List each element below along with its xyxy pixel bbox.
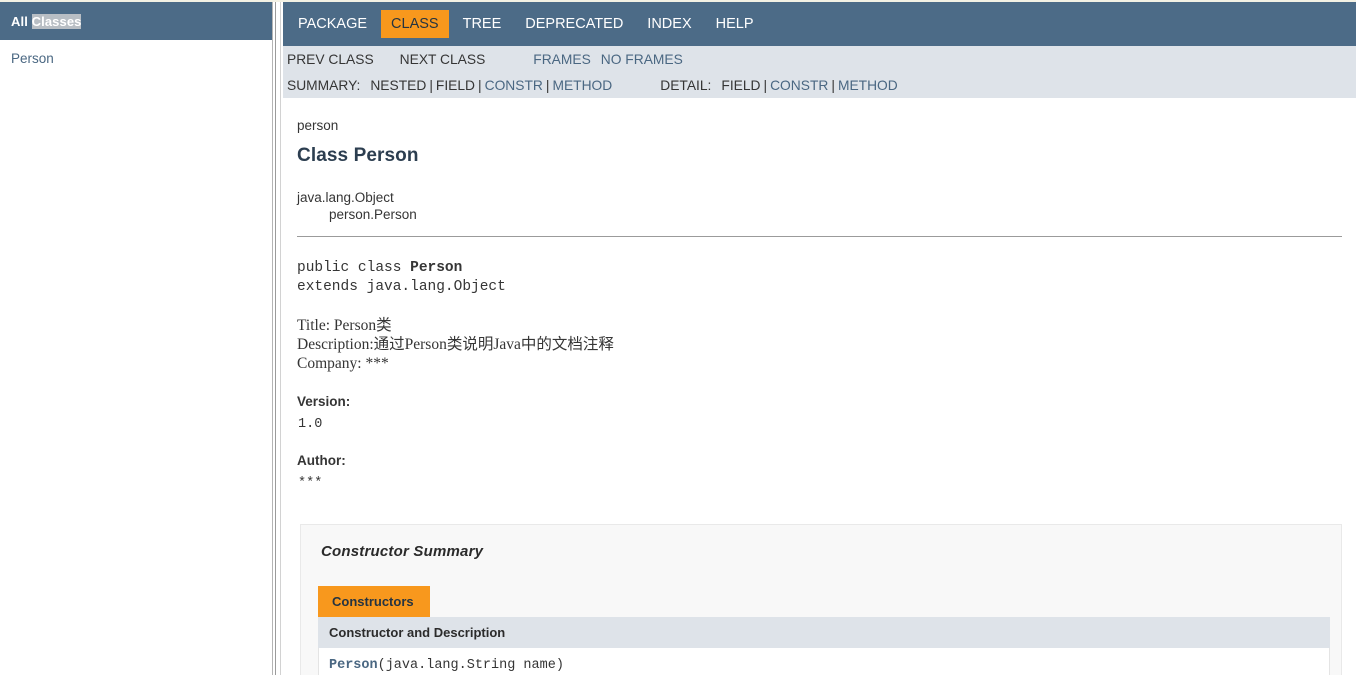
nav-tab-help[interactable]: HELP [706, 10, 764, 38]
class-content: person Class Person java.lang.Object per… [283, 98, 1356, 675]
version-label: Version: [297, 394, 1356, 409]
sub-navigation-bar: PREV CLASS NEXT CLASS FRAMES NO FRAMES S… [283, 46, 1356, 98]
constructor-tab-strip: Constructors [312, 586, 1330, 617]
declaration-line-2: extends java.lang.Object [297, 278, 1356, 297]
sub-nav-row-classes: PREV CLASS NEXT CLASS FRAMES NO FRAMES [283, 46, 1356, 72]
author-value: *** [297, 476, 1356, 491]
nav-tab-index[interactable]: INDEX [637, 10, 701, 38]
version-value: 1.0 [297, 417, 1356, 432]
constructor-signature: Person(java.lang.String name) [329, 656, 1329, 675]
package-label: person [297, 98, 1356, 133]
summary-field-link[interactable]: FIELD [436, 78, 475, 93]
divider-rule [297, 236, 1342, 237]
next-class-link[interactable]: NEXT CLASS [400, 52, 486, 67]
separator: | [761, 78, 771, 93]
frame-divider-line-1 [272, 2, 273, 675]
constructor-summary-heading: Constructor Summary [312, 537, 1330, 560]
frame-divider-line-3 [280, 2, 281, 675]
summary-constr-link[interactable]: CONSTR [485, 78, 543, 93]
class-list: Person [0, 40, 272, 69]
description-detail-line: Description:通过Person类说明Java中的文档注释 [297, 335, 1356, 354]
description-company-line: Company: *** [297, 354, 1356, 373]
table-row: Person(java.lang.String name) 这个是Person类… [319, 648, 1330, 675]
no-frames-link[interactable]: NO FRAMES [601, 52, 683, 67]
top-navigation-bar: PACKAGE CLASS TREE DEPRECATED INDEX HELP [283, 2, 1356, 46]
separator: | [426, 78, 436, 93]
all-classes-header: All Classes [0, 2, 272, 40]
nav-tab-deprecated[interactable]: DEPRECATED [515, 10, 633, 38]
sub-nav-row-summary-detail: SUMMARY: NESTED | FIELD | CONSTR | METHO… [283, 72, 1356, 98]
frames-link[interactable]: FRAMES [533, 52, 591, 67]
nav-tab-tree[interactable]: TREE [453, 10, 512, 38]
summary-label: SUMMARY: [287, 78, 360, 93]
summary-nested-link[interactable]: NESTED [370, 78, 426, 93]
author-label: Author: [297, 453, 1356, 468]
all-classes-frame: All Classes Person [0, 2, 272, 675]
tab-constructors[interactable]: Constructors [318, 586, 430, 617]
detail-field-link[interactable]: FIELD [721, 78, 760, 93]
constructor-cell: Person(java.lang.String name) 这个是Person类… [319, 648, 1330, 675]
column-header-constructor-and-description: Constructor and Description [319, 618, 1330, 648]
class-declaration: public class Person extends java.lang.Ob… [297, 259, 1356, 297]
inheritance-tree: java.lang.Object person.Person [297, 189, 1356, 223]
constructor-link-person[interactable]: Person [329, 658, 378, 673]
declaration-modifiers: public class [297, 260, 410, 276]
table-header-row: Constructor and Description [319, 618, 1330, 648]
nav-tab-class[interactable]: CLASS [381, 10, 449, 38]
frame-divider-line-2 [275, 2, 276, 675]
summary-method-link[interactable]: METHOD [552, 78, 612, 93]
detail-constr-link[interactable]: CONSTR [770, 78, 828, 93]
separator: | [475, 78, 485, 93]
inheritance-level-1: java.lang.Object [297, 189, 1356, 206]
constructor-summary-table: Constructor and Description Person(java.… [318, 617, 1330, 675]
detail-method-link[interactable]: METHOD [838, 78, 898, 93]
detail-label: DETAIL: [660, 78, 711, 93]
separator: | [828, 78, 838, 93]
prev-class-link[interactable]: PREV CLASS [287, 52, 374, 67]
declaration-class-name: Person [410, 260, 462, 276]
constructor-summary-block: Constructor Summary Constructors Constru… [300, 524, 1342, 675]
declaration-line-1: public class Person [297, 259, 1356, 278]
page-title: Class Person [297, 145, 1356, 167]
all-classes-title-plain: All [11, 14, 32, 29]
all-classes-title-selected: Classes [32, 14, 82, 29]
sidebar-item-person[interactable]: Person [11, 49, 54, 69]
class-list-row: Person [11, 49, 272, 69]
all-classes-title: All Classes [11, 14, 81, 29]
class-description: Title: Person类 Description:通过Person类说明Ja… [297, 316, 1356, 373]
table-head: Constructor and Description [319, 618, 1330, 648]
constructor-parameters: (java.lang.String name) [378, 658, 564, 673]
class-content-frame: PACKAGE CLASS TREE DEPRECATED INDEX HELP… [283, 2, 1356, 675]
javadoc-page: All Classes Person PACKAGE CLASS TREE DE… [0, 0, 1356, 675]
frame-divider[interactable] [272, 2, 283, 675]
separator: | [543, 78, 553, 93]
table-body: Person(java.lang.String name) 这个是Person类… [319, 648, 1330, 675]
description-title-line: Title: Person类 [297, 316, 1356, 335]
inheritance-level-2: person.Person [297, 206, 1356, 223]
nav-tab-package[interactable]: PACKAGE [288, 10, 377, 38]
